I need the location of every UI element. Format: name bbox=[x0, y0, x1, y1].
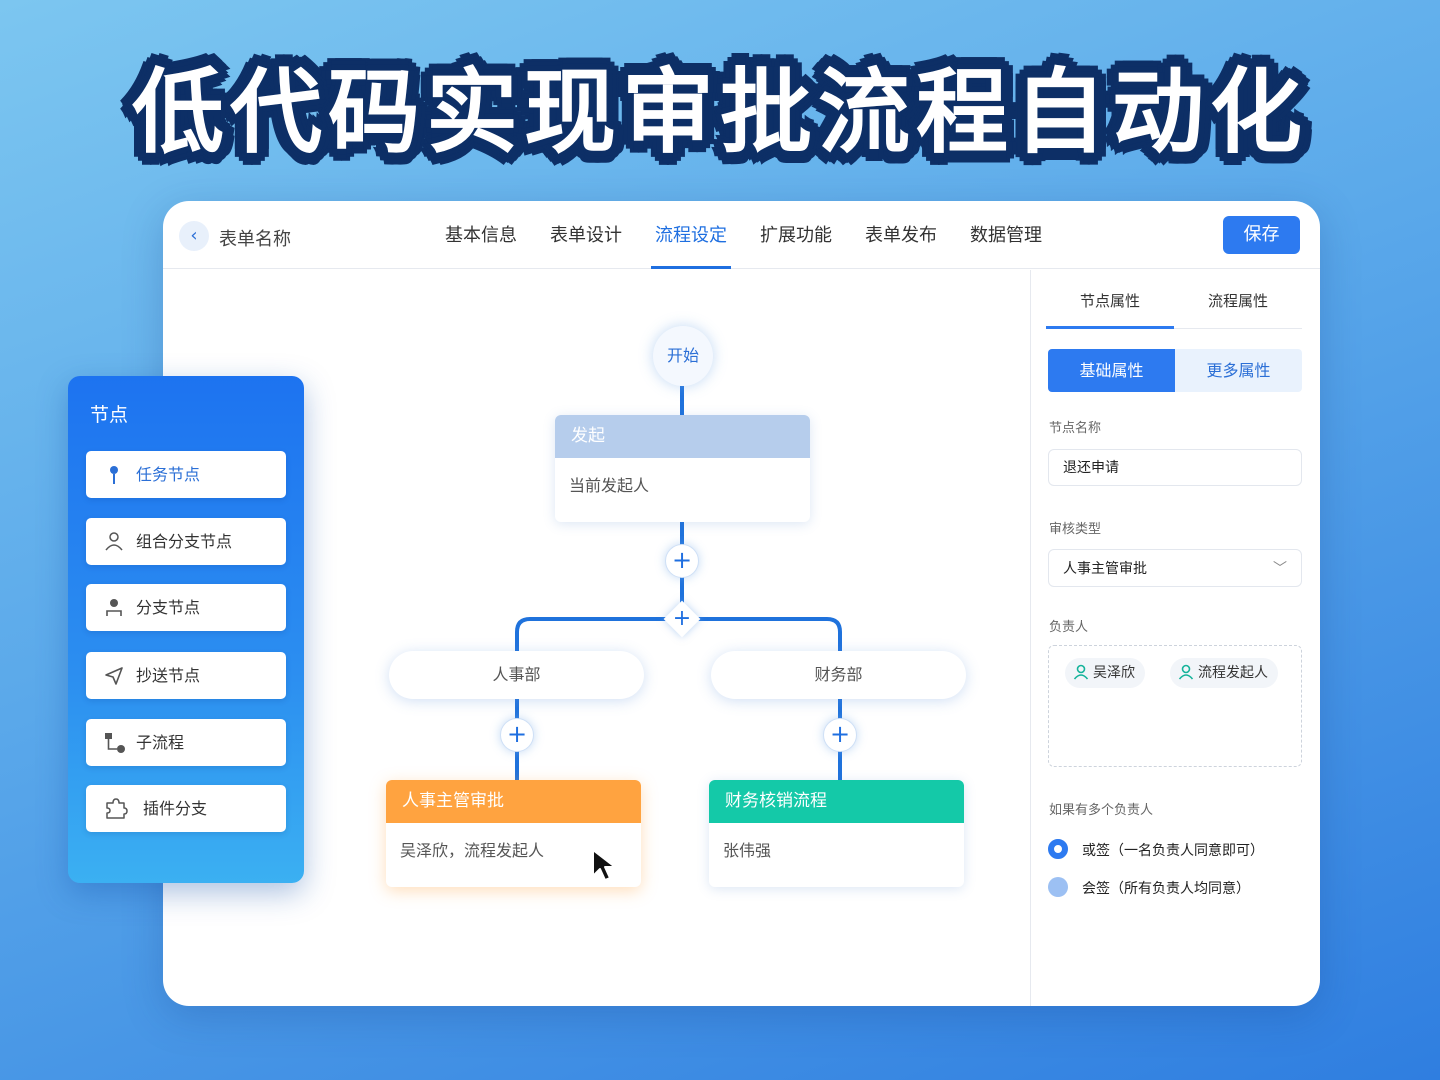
add-node-button-hr[interactable]: + bbox=[500, 718, 534, 752]
add-node-button-finance[interactable]: + bbox=[823, 718, 857, 752]
palette-item-label: 插件分支 bbox=[143, 799, 208, 818]
properties-panel: 节点属性 流程属性 基础属性 更多属性 节点名称 退还申请 审核类型 人事主管审… bbox=[1030, 270, 1320, 1006]
segment-more[interactable]: 更多属性 bbox=[1175, 349, 1302, 392]
tab-data-management[interactable]: 数据管理 bbox=[962, 201, 1050, 269]
tab-extensions[interactable]: 扩展功能 bbox=[752, 201, 840, 269]
tab-form-design[interactable]: 表单设计 bbox=[542, 201, 630, 269]
node-name-input[interactable]: 退还申请 bbox=[1048, 449, 1302, 486]
finance-node-body: 张伟强 bbox=[723, 841, 772, 860]
palette-item-label: 组合分支节点 bbox=[136, 532, 233, 551]
app-window: ‹ 表单名称 基本信息 表单设计 流程设定 扩展功能 表单发布 数据管理 保存 bbox=[163, 201, 1320, 1006]
mouse-cursor-icon bbox=[592, 849, 616, 881]
chevron-down-icon: ﹀ bbox=[1273, 561, 1287, 577]
finance-node[interactable]: 财务核销流程 张伟强 bbox=[709, 780, 964, 887]
subprocess-icon bbox=[105, 733, 125, 753]
user-icon bbox=[1178, 664, 1194, 680]
palette-item-label: 子流程 bbox=[136, 733, 185, 752]
panel-tabs: 节点属性 流程属性 bbox=[1046, 282, 1302, 329]
add-node-button[interactable]: + bbox=[665, 544, 699, 578]
branch-user-icon bbox=[106, 599, 122, 616]
initiate-node-title: 发起 bbox=[555, 415, 810, 458]
palette-item-cc[interactable]: 抄送节点 bbox=[86, 652, 286, 699]
chevron-left-icon: ‹ bbox=[190, 225, 198, 246]
owner-name: 流程发起人 bbox=[1198, 665, 1268, 681]
save-button[interactable]: 保存 bbox=[1223, 216, 1300, 254]
option-co-sign-label: 会签（所有负责人均同意） bbox=[1082, 881, 1250, 897]
audit-type-select[interactable]: 人事主管审批 ﹀ bbox=[1048, 549, 1302, 587]
hr-approval-title: 人事主管审批 bbox=[386, 780, 641, 823]
palette-title: 节点 bbox=[90, 404, 129, 426]
tab-form-publish[interactable]: 表单发布 bbox=[857, 201, 945, 269]
tab-basic-info[interactable]: 基本信息 bbox=[437, 201, 525, 269]
top-bar: ‹ 表单名称 基本信息 表单设计 流程设定 扩展功能 表单发布 数据管理 保存 bbox=[163, 201, 1320, 269]
form-name: 表单名称 bbox=[219, 229, 291, 250]
branch-finance[interactable]: 财务部 bbox=[711, 651, 966, 699]
add-branch-button[interactable]: + bbox=[666, 603, 698, 635]
audit-type-label: 审核类型 bbox=[1049, 522, 1102, 537]
owner-label: 负责人 bbox=[1049, 620, 1089, 635]
multi-owner-label: 如果有多个负责人 bbox=[1049, 803, 1154, 818]
radio-selected[interactable] bbox=[1048, 839, 1068, 859]
audit-type-value: 人事主管审批 bbox=[1063, 561, 1147, 577]
user-icon bbox=[1073, 664, 1089, 680]
palette-item-label: 任务节点 bbox=[136, 465, 201, 484]
node-palette: 节点 任务节点 组合分支节点 分支节点 抄送节点 子流程 插件分支 bbox=[68, 376, 304, 883]
palette-item-task[interactable]: 任务节点 bbox=[86, 451, 286, 498]
initiate-node-body: 当前发起人 bbox=[569, 476, 650, 495]
start-node[interactable]: 开始 bbox=[653, 326, 713, 386]
initiate-node[interactable]: 发起 当前发起人 bbox=[555, 415, 810, 522]
send-icon bbox=[105, 667, 123, 685]
owner-chip[interactable]: 流程发起人 bbox=[1170, 658, 1278, 688]
owner-name: 吴泽欣 bbox=[1093, 665, 1135, 681]
option-or-sign-label: 或签（一名负责人同意即可） bbox=[1082, 843, 1264, 859]
back-button[interactable]: ‹ bbox=[179, 221, 209, 251]
node-name-label: 节点名称 bbox=[1049, 421, 1102, 436]
palette-item-subprocess[interactable]: 子流程 bbox=[86, 719, 286, 766]
palette-item-combined-branch[interactable]: 组合分支节点 bbox=[86, 518, 286, 565]
palette-item-plugin-branch[interactable]: 插件分支 bbox=[86, 785, 286, 832]
puzzle-icon bbox=[106, 798, 128, 819]
owner-list[interactable]: 吴泽欣 流程发起人 bbox=[1048, 645, 1302, 767]
tab-node-properties[interactable]: 节点属性 bbox=[1046, 282, 1174, 329]
radio-unselected[interactable] bbox=[1048, 877, 1068, 897]
finance-node-title: 财务核销流程 bbox=[709, 780, 964, 823]
headline: 低代码实现审批流程自动化 bbox=[131, 59, 1308, 166]
owner-chip[interactable]: 吴泽欣 bbox=[1065, 658, 1145, 688]
tab-flow-settings[interactable]: 流程设定 bbox=[647, 201, 735, 269]
pin-icon bbox=[110, 466, 118, 484]
segment-basic[interactable]: 基础属性 bbox=[1048, 349, 1175, 392]
user-group-icon bbox=[105, 532, 123, 551]
palette-item-label: 分支节点 bbox=[136, 598, 201, 617]
palette-item-branch[interactable]: 分支节点 bbox=[86, 584, 286, 631]
nav-tabs: 基本信息 表单设计 流程设定 扩展功能 表单发布 数据管理 bbox=[437, 201, 1067, 269]
tab-flow-properties[interactable]: 流程属性 bbox=[1174, 282, 1302, 328]
branch-hr[interactable]: 人事部 bbox=[389, 651, 644, 699]
palette-item-label: 抄送节点 bbox=[136, 666, 201, 685]
property-segment: 基础属性 更多属性 bbox=[1048, 349, 1302, 392]
